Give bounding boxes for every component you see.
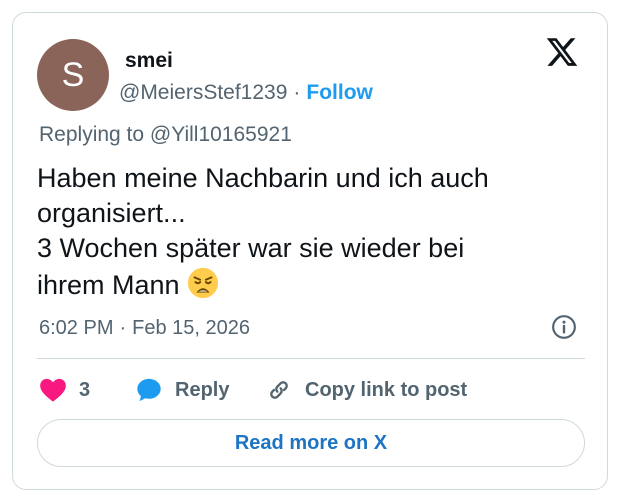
tweet-line-text: ihrem Mann <box>37 270 180 300</box>
info-icon[interactable] <box>551 314 577 340</box>
copy-link-label: Copy link to post <box>305 378 468 401</box>
tweet-line: organisiert... <box>37 198 186 228</box>
tweet-text: Haben meine Nachbarin und ich auch organ… <box>37 161 577 303</box>
copy-link-button[interactable]: Copy link to post <box>265 373 467 407</box>
replying-mention[interactable]: @Yill10165921 <box>150 123 292 146</box>
post-time: 6:02 PM <box>39 317 114 339</box>
timestamp[interactable]: 6:02 PM · Feb 15, 2026 <box>39 317 250 340</box>
author-handle[interactable]: @MeiersStef1239 <box>119 81 287 104</box>
reply-button[interactable]: Reply <box>135 373 229 407</box>
tweet-line-last: ihrem Mann <box>37 266 577 303</box>
reply-label: Reply <box>175 378 230 401</box>
post-date: Feb 15, 2026 <box>132 317 251 339</box>
tweet-card: S smei @MeiersStef1239 · Follow Replying t… <box>12 12 608 490</box>
handle-row: @MeiersStef1239 · Follow <box>119 81 373 105</box>
link-icon <box>270 381 288 399</box>
separator: · <box>119 317 127 339</box>
replying-to: Replying to @Yill10165921 <box>39 123 292 147</box>
author-name[interactable]: smei <box>125 49 173 73</box>
heart-icon <box>40 378 66 402</box>
tweet-line: 3 Wochen später war sie wieder bei <box>37 233 465 263</box>
tweet-line: Haben meine Nachbarin und ich auch <box>37 163 489 193</box>
speech-bubble-icon <box>137 378 161 402</box>
like-count: 3 <box>79 378 91 401</box>
like-button[interactable]: 3 <box>39 373 90 407</box>
replying-prefix: Replying to <box>39 123 145 146</box>
weary-face-emoji-icon <box>187 267 218 299</box>
read-more-button[interactable]: Read more on X <box>37 419 585 467</box>
follow-button[interactable]: Follow <box>306 81 373 104</box>
separator: · <box>293 81 301 104</box>
x-logo-icon[interactable] <box>545 35 579 69</box>
action-bar: 3 Reply Copy link to post <box>37 373 585 407</box>
divider <box>37 358 585 359</box>
avatar[interactable]: S <box>37 39 109 111</box>
